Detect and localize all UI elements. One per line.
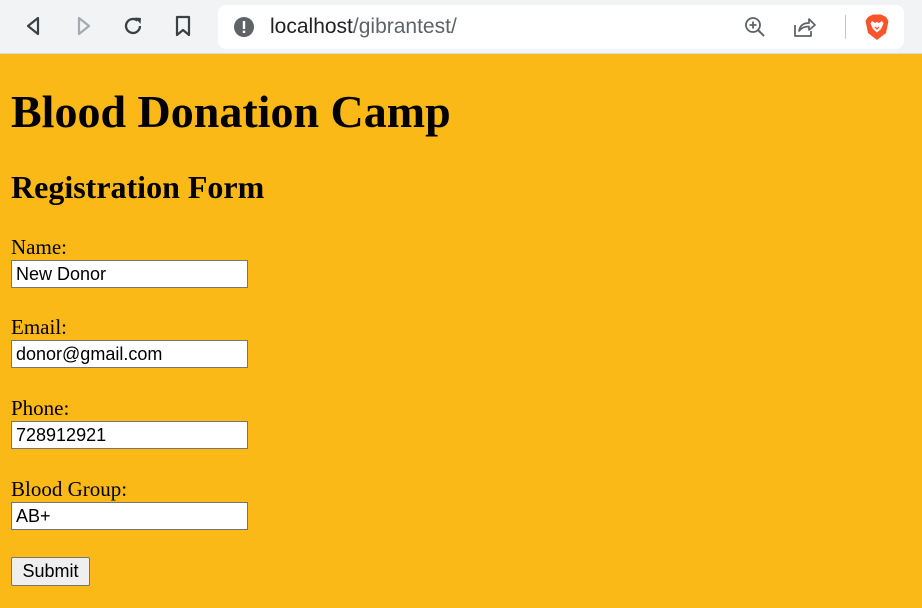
name-input[interactable] (11, 260, 248, 288)
url-text[interactable]: localhost/gibrantest/ (270, 15, 457, 39)
address-bar[interactable]: localhost/gibrantest/ (218, 5, 904, 49)
blood-group-label: Blood Group: (11, 477, 128, 501)
forward-arrow-icon[interactable] (68, 10, 98, 42)
page-body: Blood Donation Camp Registration Form Na… (0, 55, 922, 608)
url-host: localhost (270, 15, 353, 38)
page-title: Blood Donation Camp (11, 86, 451, 137)
phone-input[interactable] (11, 421, 248, 449)
bookmark-icon[interactable] (168, 10, 198, 42)
browser-toolbar: localhost/gibrantest/ (0, 0, 922, 54)
blood-group-input[interactable] (11, 502, 248, 530)
submit-button[interactable]: Submit (11, 557, 90, 586)
email-input[interactable] (11, 340, 248, 368)
name-label: Name: (11, 235, 67, 259)
site-info-icon[interactable] (234, 17, 254, 37)
phone-label: Phone: (11, 396, 70, 420)
toolbar-divider (845, 15, 846, 39)
share-icon[interactable] (792, 16, 816, 43)
url-path: /gibrantest/ (352, 15, 457, 38)
reload-icon[interactable] (118, 10, 148, 42)
zoom-in-icon[interactable] (744, 16, 766, 43)
brave-shield-icon[interactable] (864, 13, 890, 46)
form-heading: Registration Form (11, 169, 265, 205)
back-arrow-icon[interactable] (19, 10, 49, 42)
email-label: Email: (11, 315, 67, 339)
